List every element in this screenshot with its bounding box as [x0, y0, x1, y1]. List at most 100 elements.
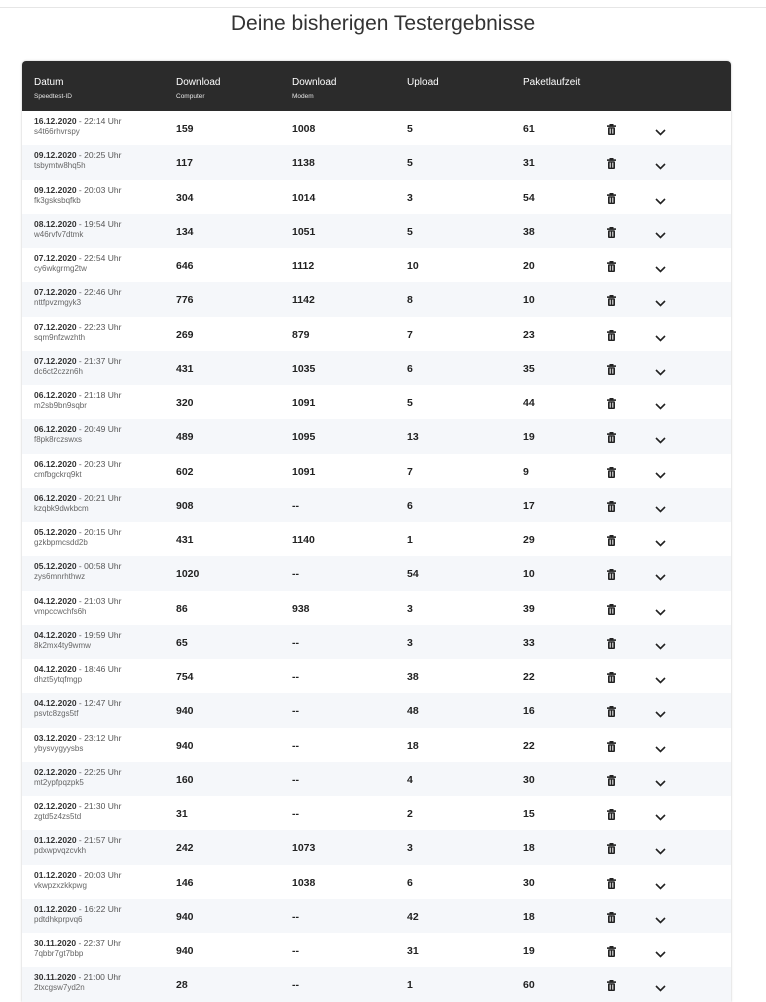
chevron-down-icon[interactable]: [655, 603, 666, 621]
trash-icon[interactable]: [607, 499, 616, 517]
date-cell: 04.12.2020 - 19:59 Uhr 8k2mx4ty9wmw: [34, 630, 121, 651]
trash-icon[interactable]: [607, 465, 616, 483]
trash-icon[interactable]: [607, 978, 616, 996]
row-date: 04.12.2020: [34, 629, 77, 640]
row-download-modem: 1014: [292, 191, 316, 204]
chevron-down-icon[interactable]: [655, 329, 666, 347]
chevron-down-icon[interactable]: [655, 774, 666, 792]
trash-icon[interactable]: [607, 362, 616, 380]
chevron-down-icon[interactable]: [655, 842, 666, 860]
chevron-down-icon[interactable]: [655, 260, 666, 278]
trash-icon[interactable]: [607, 670, 616, 688]
chevron-down-icon[interactable]: [655, 397, 666, 415]
row-download-modem: 1038: [292, 876, 316, 889]
chevron-down-icon[interactable]: [655, 192, 666, 210]
trash-icon[interactable]: [607, 773, 616, 791]
row-upload: 3: [407, 636, 413, 649]
chevron-down-icon[interactable]: [655, 431, 666, 449]
row-date: 01.12.2020: [34, 835, 77, 846]
trash-icon[interactable]: [607, 841, 616, 859]
table-row: 02.12.2020 - 21:30 Uhr zgtd5z4zs5td 31 -…: [22, 796, 731, 831]
row-ping: 33: [523, 636, 535, 649]
row-ping: 44: [523, 397, 535, 409]
row-date: 09.12.2020: [34, 150, 77, 161]
row-download-computer: 1020: [176, 568, 200, 581]
row-date: 08.12.2020: [34, 218, 77, 229]
trash-icon[interactable]: [607, 191, 616, 209]
trash-icon[interactable]: [607, 876, 616, 894]
trash-icon[interactable]: [607, 259, 616, 277]
row-speedtest-id: pdtdhkprpvq6: [34, 914, 83, 924]
row-date: 06.12.2020: [34, 492, 77, 503]
table-row: 07.12.2020 - 22:46 Uhr nttfpvzmgyk3 776 …: [22, 282, 731, 317]
date-cell: 07.12.2020 - 21:37 Uhr dc6ct2czzn6h: [34, 356, 121, 377]
row-speedtest-id: pdxwpvqzcvkh: [34, 846, 87, 856]
row-download-computer: 269: [176, 328, 194, 341]
chevron-down-icon[interactable]: [655, 123, 666, 141]
chevron-down-icon[interactable]: [655, 808, 666, 826]
trash-icon[interactable]: [607, 430, 616, 448]
row-time: - 21:00 Uhr: [76, 972, 121, 983]
row-date: 06.12.2020: [34, 390, 77, 400]
trash-icon[interactable]: [607, 704, 616, 722]
trash-icon[interactable]: [607, 156, 616, 174]
row-time: - 20:21 Uhr: [76, 492, 122, 503]
chevron-down-icon[interactable]: [655, 226, 666, 244]
trash-icon[interactable]: [607, 225, 616, 243]
chevron-down-icon[interactable]: [655, 740, 666, 758]
row-upload: 3: [407, 602, 413, 615]
chevron-down-icon[interactable]: [655, 568, 666, 586]
row-ping: 23: [523, 328, 535, 341]
row-time: - 19:59 Uhr: [76, 629, 122, 640]
row-ping: 22: [523, 739, 535, 752]
trash-icon[interactable]: [607, 807, 616, 825]
trash-icon[interactable]: [607, 122, 616, 140]
row-download-modem: 1138: [292, 157, 315, 170]
chevron-down-icon[interactable]: [655, 157, 666, 175]
trash-icon[interactable]: [607, 910, 616, 928]
chevron-down-icon[interactable]: [655, 945, 666, 963]
trash-icon[interactable]: [607, 293, 616, 311]
chevron-down-icon[interactable]: [655, 877, 666, 895]
trash-icon[interactable]: [607, 533, 616, 551]
table-row: 05.12.2020 - 20:15 Uhr gzkbpmcsdd2b 431 …: [22, 522, 731, 557]
date-cell: 04.12.2020 - 12:47 Uhr psvtc8zgs5tf: [34, 698, 121, 719]
row-download-computer: 908: [176, 499, 194, 512]
row-ping: 19: [523, 945, 535, 957]
row-upload: 8: [407, 294, 413, 307]
chevron-down-icon[interactable]: [655, 466, 666, 484]
table-row: 03.12.2020 - 23:12 Uhr ybysvygyysbs 940 …: [22, 727, 731, 762]
row-download-modem: 1008: [292, 123, 316, 135]
trash-icon[interactable]: [607, 602, 616, 620]
trash-icon[interactable]: [607, 396, 616, 414]
chevron-down-icon[interactable]: [655, 363, 666, 381]
trash-icon[interactable]: [607, 739, 616, 757]
table-row: 04.12.2020 - 18:46 Uhr dhzt5ytqfmgp 754 …: [22, 659, 731, 694]
chevron-down-icon[interactable]: [655, 500, 666, 518]
chevron-down-icon[interactable]: [655, 705, 666, 723]
row-download-computer: 320: [176, 397, 194, 409]
chevron-down-icon[interactable]: [655, 534, 666, 552]
row-download-modem: 879: [292, 328, 310, 341]
chevron-down-icon[interactable]: [655, 979, 666, 997]
chevron-down-icon[interactable]: [655, 294, 666, 312]
table-row: 09.12.2020 - 20:25 Uhr tsbymtw8hq5h 117 …: [22, 145, 731, 180]
row-ping: 10: [523, 294, 535, 307]
trash-icon[interactable]: [607, 944, 616, 962]
row-ping: 38: [523, 225, 535, 238]
trash-icon[interactable]: [607, 567, 616, 585]
chevron-down-icon[interactable]: [655, 671, 666, 689]
row-date: 07.12.2020: [34, 355, 77, 366]
trash-icon[interactable]: [607, 636, 616, 654]
chevron-down-icon[interactable]: [655, 911, 666, 929]
chevron-down-icon[interactable]: [655, 637, 666, 655]
date-cell: 05.12.2020 - 00:58 Uhr zys6mnrhthwz: [34, 561, 121, 582]
row-speedtest-id: kzqbk9dwkbcm: [34, 503, 89, 513]
row-download-computer: 65: [176, 636, 188, 649]
row-date: 07.12.2020: [34, 321, 77, 332]
table-row: 02.12.2020 - 22:25 Uhr mt2ypfpqzpk5 160 …: [22, 761, 731, 796]
row-speedtest-id: cy6wkgrmg2tw: [34, 264, 87, 273]
date-cell: 06.12.2020 - 20:21 Uhr kzqbk9dwkbcm: [34, 493, 121, 514]
trash-icon[interactable]: [607, 328, 616, 346]
row-download-computer: 31: [176, 808, 188, 820]
